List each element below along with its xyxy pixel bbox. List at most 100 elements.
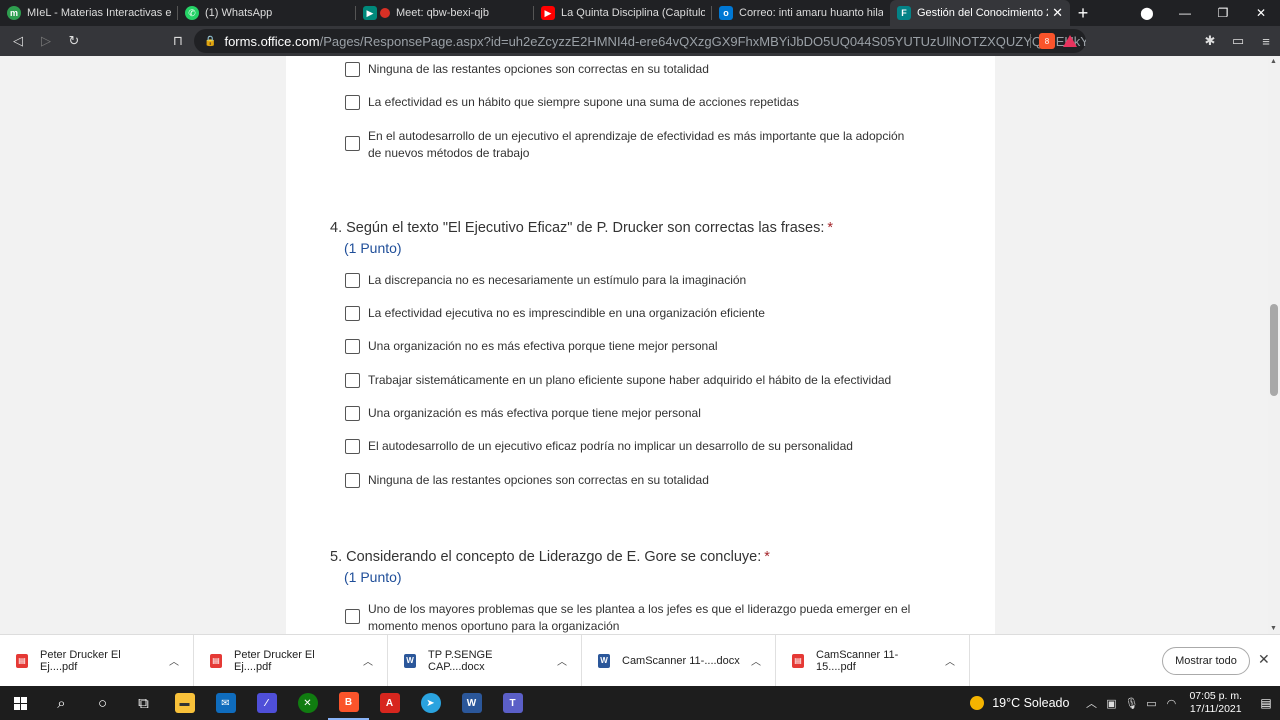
tab-title: La Quinta Disciplina (Capítulo 1) — [561, 7, 705, 19]
windows-taskbar: ⌕ ○ ⧉ ▬ ✉ ∕ ✕ B A ➤ W T 19°C Soleado ︿ ▣… — [0, 686, 1280, 720]
tab-meet[interactable]: ▶ Meet: qbw-bexi-qjb — [356, 0, 534, 26]
scroll-thumb[interactable] — [1270, 304, 1278, 396]
tab-outlook[interactable]: o Correo: inti amaru huanto hilari — [712, 0, 890, 26]
checkbox[interactable] — [345, 406, 360, 421]
bookmark-icon[interactable]: ⊓ — [164, 33, 192, 49]
chevron-up-icon[interactable]: ︿ — [945, 653, 955, 668]
tab-forms-active[interactable]: F Gestión del Conocimiento 2021 ✕ — [890, 0, 1070, 26]
teams-icon[interactable]: T — [492, 686, 533, 720]
clock-date: 17/11/2021 — [1189, 703, 1242, 715]
search-icon[interactable]: ⌕ — [41, 686, 82, 720]
download-item[interactable]: ▤ CamScanner 11-15....pdf ︿ — [776, 634, 970, 687]
address-bar[interactable]: 🔒 forms.office.com/Pages/ResponsePage.as… — [194, 29, 1086, 53]
checkbox[interactable] — [345, 306, 360, 321]
checkbox[interactable] — [345, 609, 360, 624]
youtube-icon: ▶ — [541, 6, 555, 20]
brave-shields-icon[interactable]: 8 — [1039, 33, 1055, 49]
option-label: Ninguna de las restantes opciones son co… — [368, 473, 709, 487]
q3-option[interactable]: Ninguna de las restantes opciones son co… — [345, 61, 913, 78]
mail-icon[interactable]: ✉ — [205, 686, 246, 720]
q4-option[interactable]: Una organización no es más efectiva porq… — [345, 338, 913, 355]
cortana-icon[interactable]: ○ — [82, 686, 123, 720]
brave-rewards-icon[interactable] — [1063, 35, 1077, 47]
chevron-up-icon[interactable]: ︿ — [1081, 695, 1101, 711]
extensions-icon[interactable]: ✱ — [1196, 33, 1224, 49]
tab-youtube[interactable]: ▶ La Quinta Disciplina (Capítulo 1) — [534, 0, 712, 26]
network-drive-icon[interactable]: ▣ — [1101, 697, 1121, 710]
checkbox[interactable] — [345, 95, 360, 110]
required-mark: * — [764, 549, 770, 565]
chevron-up-icon[interactable]: ︿ — [169, 653, 179, 668]
close-downloads-icon[interactable]: ✕ — [1258, 651, 1270, 668]
url-host: forms.office.com — [224, 33, 320, 49]
q4-option[interactable]: El autodesarrollo de un ejecutivo eficaz… — [345, 438, 913, 455]
download-item[interactable]: W CamScanner 11-....docx ︿ — [582, 634, 776, 687]
close-window-button[interactable]: ✕ — [1242, 6, 1280, 20]
q4-option[interactable]: La efectividad ejecutiva no es imprescin… — [345, 305, 913, 322]
download-name: CamScanner 11-15....pdf — [816, 648, 899, 673]
menu-icon[interactable]: ≡ — [1252, 34, 1280, 49]
q3-option[interactable]: La efectividad es un hábito que siempre … — [345, 94, 913, 111]
minimize-button[interactable]: — — [1166, 6, 1204, 20]
checkbox[interactable] — [345, 473, 360, 488]
word-icon[interactable]: W — [451, 686, 492, 720]
chevron-up-icon[interactable]: ︿ — [557, 653, 567, 668]
miel-favicon-icon: m — [7, 6, 21, 20]
chevron-up-icon[interactable]: ︿ — [363, 653, 373, 668]
close-tab-icon[interactable]: ✕ — [1052, 5, 1063, 21]
download-item[interactable]: W TP P.SENGE CAP....docx ︿ — [388, 634, 582, 687]
forward-icon[interactable]: ▷ — [32, 33, 60, 49]
checkbox[interactable] — [345, 339, 360, 354]
wallet-icon[interactable]: ▭ — [1224, 33, 1252, 49]
start-button[interactable] — [0, 686, 41, 720]
weather-text[interactable]: 19°C Soleado — [992, 696, 1069, 710]
tab-whatsapp[interactable]: ✆ (1) WhatsApp — [178, 0, 356, 26]
q4-option[interactable]: Ninguna de las restantes opciones son co… — [345, 472, 913, 489]
tab-title: Gestión del Conocimiento 2021 — [917, 7, 1048, 19]
xbox-icon[interactable]: ✕ — [287, 686, 328, 720]
clock[interactable]: 07:05 p. m. 17/11/2021 — [1189, 690, 1242, 716]
tab-title: MIeL - Materias Interactivas en Lí — [27, 7, 171, 19]
scroll-up-icon[interactable]: ▲ — [1270, 58, 1277, 65]
math-app-icon[interactable]: ∕ — [246, 686, 287, 720]
tab-search-icon[interactable]: ⬤ — [1128, 6, 1166, 20]
checkbox[interactable] — [345, 136, 360, 151]
notifications-icon[interactable]: ▤ — [1252, 696, 1280, 710]
forms-icon: F — [897, 6, 911, 20]
word-file-icon: W — [598, 653, 610, 668]
scroll-down-icon[interactable]: ▼ — [1270, 625, 1277, 632]
new-tab-button[interactable]: + — [1070, 0, 1096, 26]
battery-icon[interactable]: ▭ — [1141, 697, 1161, 710]
chevron-up-icon[interactable]: ︿ — [751, 653, 761, 668]
reload-icon[interactable]: ↻ — [60, 33, 88, 49]
checkbox[interactable] — [345, 273, 360, 288]
restore-button[interactable]: ❐ — [1204, 6, 1242, 20]
show-all-button[interactable]: Mostrar todo — [1162, 647, 1250, 675]
download-name: Peter Drucker El Ej....pdf — [40, 648, 121, 673]
required-mark: * — [827, 220, 834, 236]
q5-option[interactable]: Uno de los mayores problemas que se les … — [345, 601, 913, 634]
q4-option[interactable]: Trabajar sistemáticamente en un plano ef… — [345, 372, 913, 389]
back-icon[interactable]: ◁ — [4, 33, 32, 49]
file-explorer-icon[interactable]: ▬ — [164, 686, 205, 720]
option-label: La efectividad es un hábito que siempre … — [368, 95, 799, 109]
page-scrollbar[interactable]: ▲ ▼ — [1268, 56, 1280, 634]
q4-option[interactable]: La discrepancia no es necesariamente un … — [345, 272, 913, 289]
recording-icon — [380, 8, 390, 18]
telegram-icon[interactable]: ➤ — [410, 686, 451, 720]
download-item[interactable]: ▤ Peter Drucker El Ej....pdf ︿ — [194, 634, 388, 687]
q4-option[interactable]: Una organización es más efectiva porque … — [345, 405, 913, 422]
brave-browser-icon[interactable]: B — [328, 686, 369, 720]
wifi-icon[interactable]: ◠ — [1161, 697, 1181, 710]
task-view-icon[interactable]: ⧉ — [123, 686, 164, 720]
checkbox[interactable] — [345, 439, 360, 454]
tab-miel[interactable]: m MIeL - Materias Interactivas en Lí — [0, 0, 178, 26]
tab-strip: m MIeL - Materias Interactivas en Lí ✆ (… — [0, 0, 1280, 26]
checkbox[interactable] — [345, 373, 360, 388]
checkbox[interactable] — [345, 62, 360, 77]
microphone-icon[interactable]: 🎙 — [1121, 697, 1141, 710]
acrobat-icon[interactable]: A — [369, 686, 410, 720]
download-item[interactable]: ▤ Peter Drucker El Ej....pdf ︿ — [0, 634, 194, 687]
option-label: Trabajar sistemáticamente en un plano ef… — [368, 373, 892, 387]
q3-option[interactable]: En el autodesarrollo de un ejecutivo el … — [345, 128, 913, 162]
